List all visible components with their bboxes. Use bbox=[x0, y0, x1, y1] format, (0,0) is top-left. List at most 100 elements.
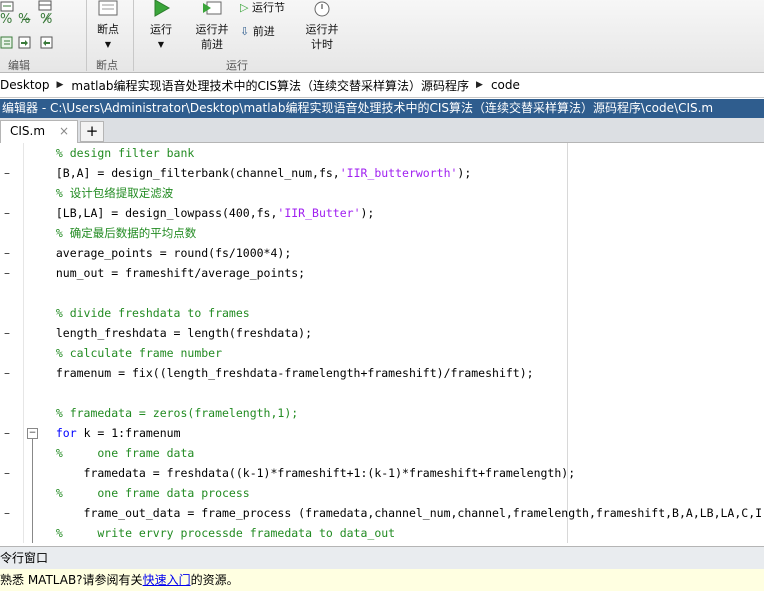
breadcrumb: Desktop ▶ matlab编程实现语音处理技术中的CIS算法（连续交替采样… bbox=[0, 73, 764, 98]
code-text[interactable]: % one frame data bbox=[42, 443, 194, 463]
code-comment: % write ervry processde framedata to dat… bbox=[42, 526, 396, 540]
executable-line-marker[interactable]: – bbox=[4, 263, 10, 283]
editor-title: 编辑器 - C:\Users\Administrator\Desktop\mat… bbox=[2, 101, 714, 115]
indent-icon[interactable] bbox=[0, 36, 16, 50]
code-text[interactable]: frame_out_data = frame_process (framedat… bbox=[42, 503, 764, 523]
code-text[interactable]: % 设计包络提取定滤波 bbox=[42, 183, 173, 203]
code-line[interactable]: % divide freshdata to frames bbox=[0, 303, 764, 323]
run-section-label: 运行节 bbox=[251, 1, 285, 14]
executable-line-marker[interactable]: – bbox=[4, 463, 10, 483]
run-section-icon: ▷ bbox=[240, 1, 249, 14]
advance-button[interactable]: ⇩ 前进 bbox=[240, 24, 275, 39]
code-line[interactable]: – for k = 1:framenum bbox=[0, 423, 764, 443]
stopwatch-icon bbox=[314, 1, 330, 17]
code-line[interactable]: – frame_out_data = frame_process (framed… bbox=[0, 503, 764, 523]
tab-cis-m[interactable]: CIS.m × bbox=[0, 120, 78, 143]
executable-line-marker[interactable]: – bbox=[4, 203, 10, 223]
code-token: ); bbox=[360, 206, 375, 220]
code-token: length_freshdata = length(freshdata); bbox=[42, 326, 313, 340]
run-button[interactable]: 运行 ▼ bbox=[146, 0, 176, 52]
command-window-header: 令行窗口 bbox=[0, 546, 764, 570]
code-comment: % framedata = zeros(framelength,1); bbox=[42, 406, 299, 420]
executable-line-marker[interactable]: – bbox=[4, 323, 10, 343]
code-line[interactable]: – length_freshdata = length(freshdata); bbox=[0, 323, 764, 343]
advance-icon: ⇩ bbox=[240, 25, 250, 38]
code-line[interactable]: % one frame data bbox=[0, 443, 764, 463]
smart-indent-icon[interactable] bbox=[18, 36, 34, 50]
code-line[interactable] bbox=[0, 283, 764, 303]
command-window-info: 熟悉 MATLAB?请参阅有关快速入门的资源。 bbox=[0, 569, 764, 591]
group-edit-label: 编辑 bbox=[8, 59, 30, 72]
run-and-time-button[interactable]: 运行并 计时 bbox=[303, 0, 341, 52]
code-text[interactable]: for k = 1:framenum bbox=[42, 423, 181, 443]
code-text[interactable]: % 确定最后数据的平均点数 bbox=[42, 223, 196, 243]
fold-collapse-icon[interactable]: − bbox=[27, 428, 38, 439]
breakpoints-button[interactable]: 断点 ▼ bbox=[94, 0, 122, 52]
code-editor[interactable]: % design filter bank – [B,A] = design_fil… bbox=[0, 143, 764, 543]
code-line[interactable]: % framedata = zeros(framelength,1); bbox=[0, 403, 764, 423]
close-icon[interactable]: × bbox=[59, 124, 69, 138]
comment-toggle-icon[interactable]: %̶ bbox=[18, 12, 30, 27]
breadcrumb-item-code[interactable]: code bbox=[491, 78, 520, 92]
percent-icon[interactable]: % bbox=[0, 12, 12, 27]
new-tab-button[interactable]: + bbox=[80, 121, 104, 142]
code-line[interactable]: % write ervry processde framedata to dat… bbox=[0, 523, 764, 543]
code-line[interactable] bbox=[0, 383, 764, 403]
code-text[interactable]: % write ervry processde framedata to dat… bbox=[42, 523, 395, 543]
code-keyword: for bbox=[55, 426, 77, 440]
code-text[interactable]: % design filter bank bbox=[42, 143, 194, 163]
executable-line-marker[interactable]: – bbox=[4, 243, 10, 263]
info-prefix: 熟悉 MATLAB?请参阅有关 bbox=[0, 573, 143, 587]
code-line[interactable]: % 设计包络提取定滤波 bbox=[0, 183, 764, 203]
code-text[interactable]: % divide freshdata to frames bbox=[42, 303, 250, 323]
code-line[interactable]: – framedata = freshdata((k-1)*frameshift… bbox=[0, 463, 764, 483]
code-text[interactable]: average_points = round(fs/1000*4); bbox=[42, 243, 291, 263]
breadcrumb-item-project[interactable]: matlab编程实现语音处理技术中的CIS算法（连续交替采样算法）源码程序 bbox=[71, 77, 469, 94]
code-line[interactable]: % 确定最后数据的平均点数 bbox=[0, 223, 764, 243]
code-text[interactable]: [B,A] = design_filterbank(channel_num,fs… bbox=[42, 163, 471, 183]
fold-guide-line bbox=[32, 439, 33, 543]
code-text[interactable]: [LB,LA] = design_lowpass(400,fs,'IIR_But… bbox=[42, 203, 375, 223]
code-text[interactable]: framedata = freshdata((k-1)*frameshift+1… bbox=[42, 463, 576, 483]
tab-label: CIS.m bbox=[10, 124, 46, 138]
run-advance-icon bbox=[203, 1, 222, 15]
executable-line-marker[interactable]: – bbox=[4, 423, 10, 443]
outdent-icon[interactable] bbox=[40, 36, 56, 50]
code-text[interactable]: % framedata = zeros(framelength,1); bbox=[42, 403, 298, 423]
chevron-right-icon: ▶ bbox=[56, 80, 64, 90]
code-line[interactable]: – [LB,LA] = design_lowpass(400,fs,'IIR_B… bbox=[0, 203, 764, 223]
breakpoints-icon bbox=[98, 0, 118, 16]
run-section-button[interactable]: ▷ 运行节 bbox=[240, 0, 285, 15]
uncomment-icon[interactable]: %̸ bbox=[40, 12, 52, 27]
getting-started-link[interactable]: 快速入门 bbox=[143, 573, 191, 587]
editor-tab-bar: CIS.m × + bbox=[0, 118, 764, 143]
breadcrumb-item-desktop[interactable]: Desktop bbox=[0, 78, 50, 92]
code-text[interactable]: num_out = frameshift/average_points; bbox=[42, 263, 305, 283]
executable-line-marker[interactable]: – bbox=[4, 163, 10, 183]
code-token: ); bbox=[457, 166, 472, 180]
play-icon bbox=[154, 0, 171, 17]
code-line[interactable]: % one frame data process bbox=[0, 483, 764, 503]
code-line[interactable]: – [B,A] = design_filterbank(channel_num,… bbox=[0, 163, 764, 183]
breakpoints-label: 断点 bbox=[97, 23, 119, 36]
code-line[interactable]: – average_points = round(fs/1000*4); bbox=[0, 243, 764, 263]
chevron-right-icon: ▶ bbox=[476, 80, 483, 90]
run-and-advance-button[interactable]: 运行并 前进 bbox=[191, 0, 233, 52]
executable-line-marker[interactable]: – bbox=[4, 503, 10, 523]
advance-label: 前进 bbox=[252, 25, 275, 38]
code-line[interactable]: % design filter bank bbox=[0, 143, 764, 163]
code-line[interactable]: – framenum = fix((length_freshdata-frame… bbox=[0, 363, 764, 383]
code-text[interactable]: framenum = fix((length_freshdata-framele… bbox=[42, 363, 534, 383]
code-line[interactable]: – num_out = frameshift/average_points; bbox=[0, 263, 764, 283]
code-comment: % 设计包络提取定滤波 bbox=[42, 186, 174, 200]
code-comment: % design filter bank bbox=[42, 146, 195, 160]
code-text[interactable]: % one frame data process bbox=[42, 483, 250, 503]
executable-line-marker[interactable]: – bbox=[4, 363, 10, 383]
toolstrip: % %̶ %̸ 编辑 断点 ▼ 断点 运行 ▼ 运行并 前进 ▷ 运行节 ⇩ 前… bbox=[0, 0, 764, 73]
code-text[interactable]: length_freshdata = length(freshdata); bbox=[42, 323, 312, 343]
code-line[interactable]: % calculate frame number bbox=[0, 343, 764, 363]
code-token: [B,A] = design_filterbank(channel_num,fs… bbox=[42, 166, 340, 180]
chevron-down-icon: ▼ bbox=[104, 40, 112, 49]
code-text[interactable]: % calculate frame number bbox=[42, 343, 222, 363]
run-advance-label: 运行并 前进 bbox=[195, 23, 229, 51]
